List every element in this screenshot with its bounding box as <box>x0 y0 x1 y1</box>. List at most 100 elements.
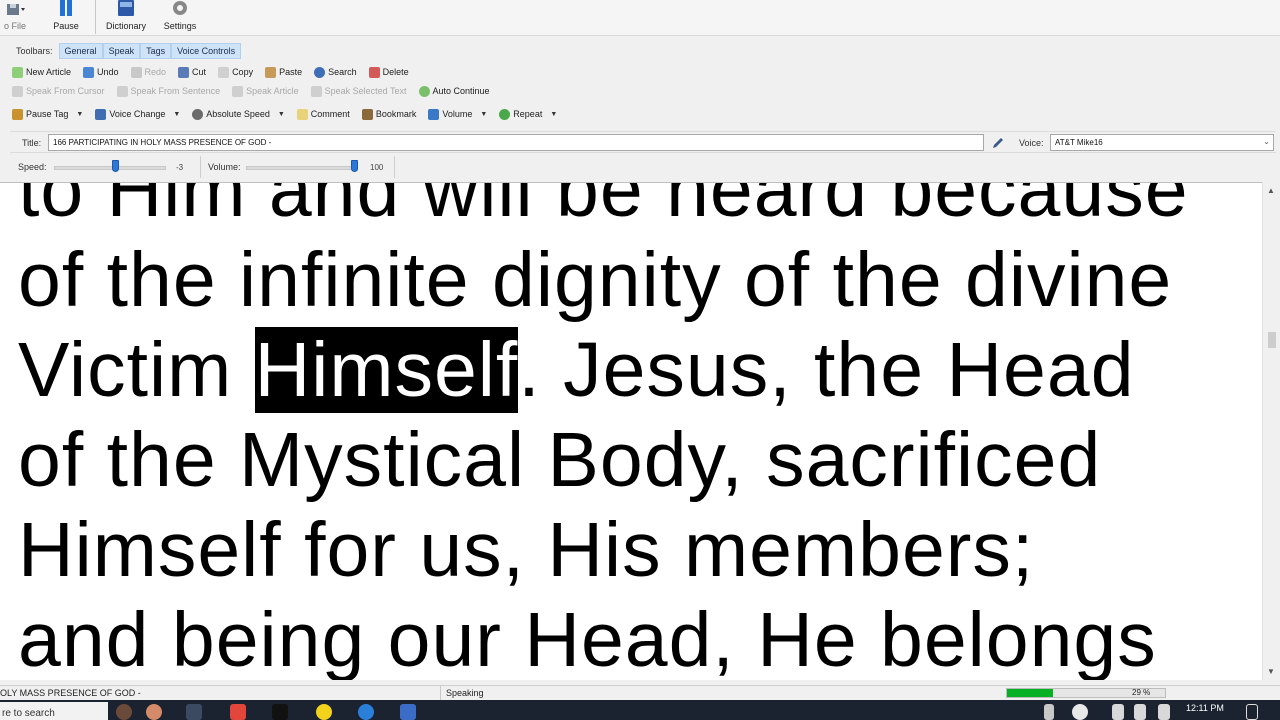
person-icon <box>95 108 107 120</box>
redo-button[interactable]: Redo <box>130 66 166 78</box>
repeat-label: Repeat <box>513 109 543 119</box>
speak-selected-text-button[interactable]: Speak Selected Text <box>310 85 407 97</box>
volume-slider-thumb[interactable] <box>351 160 358 172</box>
search-placeholder: re to search <box>2 708 55 719</box>
volume-slider-label: Volume: <box>208 162 241 172</box>
voice-change-button[interactable]: Voice Change ▼ <box>95 108 180 120</box>
auto-continue-toggle[interactable]: Auto Continue <box>418 85 490 97</box>
voice-select[interactable]: AT&T Mike16 ⌄ <box>1050 134 1274 151</box>
taskbar-clock[interactable]: 12:11 PM <box>1186 703 1224 713</box>
hourglass-icon <box>12 108 23 120</box>
text-line: Himself for us, His members; <box>18 505 1258 595</box>
article-text-area[interactable]: to Him and will be heard because of the i… <box>0 182 1262 680</box>
text-line: and being our Head, He belongs <box>18 595 1258 680</box>
redo-icon <box>130 66 142 78</box>
bookmark-icon <box>361 108 373 120</box>
repeat-dropdown-icon[interactable]: ▼ <box>550 111 557 118</box>
tab-tags[interactable]: Tags <box>140 42 172 59</box>
speak-article-button[interactable]: Speak Article <box>232 85 299 97</box>
tab-speak[interactable]: Speak <box>102 42 141 59</box>
toolbars-tab-row: Toolbars: General Speak Tags Voice Contr… <box>10 42 242 59</box>
cut-label: Cut <box>192 67 207 77</box>
edge-browser-icon[interactable] <box>358 704 374 720</box>
bookmark-button[interactable]: Bookmark <box>361 108 416 120</box>
voice-change-dropdown-icon[interactable]: ▼ <box>173 111 180 118</box>
absolute-speed-dropdown-icon[interactable]: ▼ <box>278 111 285 118</box>
volume-dropdown-icon[interactable]: ▼ <box>480 111 487 118</box>
tab-general[interactable]: General <box>58 42 103 59</box>
snapchat-icon[interactable] <box>316 704 332 720</box>
usb-icon[interactable] <box>1134 704 1146 720</box>
vertical-scrollbar[interactable]: ▲ ▼ <box>1262 182 1280 680</box>
windows-taskbar: re to search 12:11 PM <box>0 700 1280 720</box>
notification-icon[interactable] <box>1246 704 1258 720</box>
toolbars-panel: Toolbars: General Speak Tags Voice Contr… <box>0 37 1280 182</box>
stopwatch-icon <box>192 108 204 120</box>
tags-toolbar: Pause Tag ▼ Voice Change ▼ Absolute Speed ▼… <box>12 106 569 122</box>
task-view-icon[interactable] <box>186 704 202 720</box>
comment-icon <box>296 108 308 120</box>
undo-button[interactable]: Undo <box>83 66 119 78</box>
pen-icon[interactable] <box>990 135 1006 151</box>
speak-sentence-icon <box>116 85 128 97</box>
tiktok-icon[interactable] <box>272 704 288 720</box>
search-button[interactable]: Search <box>314 66 357 78</box>
volume-slider-track[interactable] <box>246 166 358 170</box>
taskbar-search-input[interactable]: re to search <box>0 702 108 720</box>
delete-label: Delete <box>382 67 409 77</box>
speed-value: -3 <box>176 163 184 172</box>
speed-control: Speed: -3 <box>10 156 200 178</box>
undo-label: Undo <box>97 67 119 77</box>
text-segment: Himself for us, His members; <box>18 507 1035 593</box>
voice-select-value: AT&T Mike16 <box>1055 138 1103 147</box>
speed-slider-track[interactable] <box>54 166 166 170</box>
pause-button[interactable]: Pause <box>46 0 86 36</box>
pause-tag-dropdown-icon[interactable]: ▼ <box>76 111 83 118</box>
avatar-icon[interactable] <box>116 704 132 720</box>
weather-cloud-icon[interactable] <box>1072 704 1088 720</box>
tray-chevron-icon[interactable] <box>1044 704 1054 720</box>
title-input[interactable]: 166 PARTICIPATING IN HOLY MASS PRESENCE … <box>48 134 984 151</box>
scroll-up-arrow-icon[interactable]: ▲ <box>1267 186 1275 195</box>
file-button[interactable]: o File <box>0 0 30 36</box>
delete-icon <box>368 66 380 78</box>
speaker-icon <box>428 108 440 120</box>
volume-value: 100 <box>370 163 384 172</box>
dictionary-button[interactable]: Dictionary <box>101 0 151 36</box>
tab-voice-controls[interactable]: Voice Controls <box>171 42 242 59</box>
repeat-button[interactable]: Repeat ▼ <box>499 108 557 120</box>
progress-fill <box>1007 689 1053 697</box>
speak-from-sentence-label: Speak From Sentence <box>130 86 221 96</box>
paste-label: Paste <box>279 67 303 77</box>
cut-button[interactable]: Cut <box>178 66 207 78</box>
speak-from-sentence-button[interactable]: Speak From Sentence <box>116 85 221 97</box>
network-icon[interactable] <box>1158 704 1170 720</box>
speak-selected-text-label: Speak Selected Text <box>324 86 407 96</box>
absolute-speed-label: Absolute Speed <box>206 109 270 119</box>
cortana-character-icon[interactable] <box>146 704 162 720</box>
new-article-icon <box>12 66 23 78</box>
status-state: Speaking <box>446 688 484 698</box>
speed-slider-thumb[interactable] <box>112 160 119 172</box>
volume-button[interactable]: Volume ▼ <box>428 108 487 120</box>
delete-button[interactable]: Delete <box>368 66 409 78</box>
speak-from-cursor-button[interactable]: Speak From Cursor <box>12 85 105 97</box>
scrollbar-thumb[interactable] <box>1268 332 1276 348</box>
pause-tag-button[interactable]: Pause Tag ▼ <box>12 108 83 120</box>
absolute-speed-button[interactable]: Absolute Speed ▼ <box>192 108 285 120</box>
paste-button[interactable]: Paste <box>265 66 303 78</box>
copy-button[interactable]: Copy <box>218 66 253 78</box>
scroll-down-arrow-icon[interactable]: ▼ <box>1267 667 1275 676</box>
app-window: o File Pause Dictionary Settings Toolbar… <box>0 0 1280 720</box>
brave-browser-icon[interactable] <box>230 704 246 720</box>
text-segment: of the infinite dignity of the divine <box>18 237 1173 323</box>
tray-up-icon[interactable] <box>1112 704 1124 720</box>
search-label: Search <box>328 67 357 77</box>
dictionary-button-label: Dictionary <box>105 21 146 31</box>
speak-selected-icon <box>310 85 322 97</box>
text-reader-app-icon[interactable] <box>400 704 416 720</box>
settings-button[interactable]: Settings <box>158 0 202 36</box>
pause-icon <box>60 0 72 16</box>
new-article-button[interactable]: New Article <box>12 66 71 78</box>
comment-button[interactable]: Comment <box>296 108 350 120</box>
